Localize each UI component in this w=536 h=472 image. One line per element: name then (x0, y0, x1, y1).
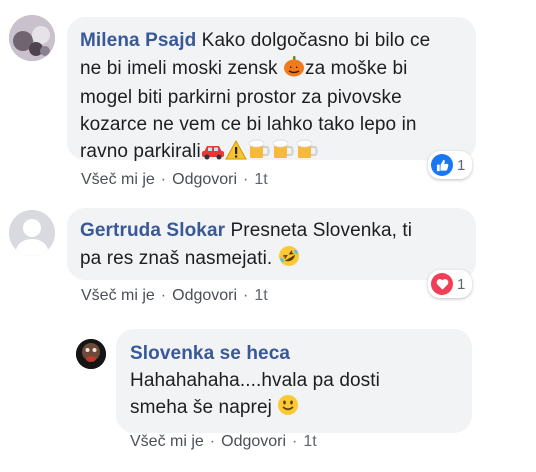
love-reaction-icon (431, 273, 453, 295)
comment-actions: Všeč mi je · Odgovori · 1t (81, 171, 268, 189)
comment-line: Milena Psajd Kako dolgočasno bi bilo ce (80, 28, 464, 55)
separator-dot: · (292, 433, 298, 450)
pumpkin-emoji (283, 55, 305, 86)
separator-dot: · (243, 171, 249, 188)
author-name[interactable]: Slovenka se heca (130, 343, 290, 364)
like-reaction-icon (431, 154, 453, 176)
separator-dot: · (160, 171, 167, 188)
timestamp[interactable]: 1t (303, 433, 316, 450)
beer-mug-emoji (247, 138, 271, 169)
comment-bubble: Slovenka se heca Hahahahaha....hvala pa … (116, 329, 472, 433)
like-link[interactable]: Všeč mi je (81, 287, 155, 304)
comment-line: smeha še naprej (130, 394, 460, 425)
like-link[interactable]: Všeč mi je (130, 433, 204, 450)
comment-text: kozarce ne vem ce bi lahko tako lepo in (80, 113, 417, 135)
comment-text: ne bi imeli moski zensk (80, 57, 284, 79)
reaction-count: 1 (457, 275, 466, 293)
timestamp[interactable]: 1t (254, 171, 267, 188)
comment-line: mogel biti parkirni prostor za pivovske (80, 85, 464, 112)
avatar[interactable] (9, 15, 55, 61)
reply-slovenka-se-heca: Slovenka se heca Hahahahaha....hvala pa … (0, 315, 536, 472)
separator-dot: · (160, 287, 167, 304)
avatar[interactable] (9, 210, 55, 256)
comment-actions: Všeč mi je · Odgovori · 1t (81, 287, 268, 305)
reply-link[interactable]: Odgovori (172, 287, 237, 304)
comment-gertruda-slokar: Gertruda Slokar Presneta Slovenka, ti pa… (0, 200, 536, 315)
comment-text: pa res znaš nasmejati. (80, 247, 278, 269)
timestamp[interactable]: 1t (254, 287, 267, 304)
comment-text: za moške bi (305, 57, 408, 79)
comment-line: ne bi imeli moski zensk za moške bi (80, 55, 464, 86)
comment-text: ravno parkirali (80, 141, 201, 162)
rofl-emoji (278, 245, 300, 276)
car-emoji (201, 140, 225, 169)
comment-text: Presneta Slovenka, ti (225, 220, 413, 241)
author-name[interactable]: Milena Psajd (80, 30, 196, 51)
comment-text: Hahahahaha....hvala pa dosti (130, 369, 380, 391)
comment-text: smeha še naprej (130, 397, 278, 418)
author-name[interactable]: Gertruda Slokar (80, 220, 225, 241)
comment-line: pa res znaš nasmejati. (80, 245, 464, 276)
comment-line: Slovenka se heca (130, 341, 460, 368)
comment-actions: Všeč mi je · Odgovori · 1t (130, 433, 317, 451)
default-user-icon (9, 210, 55, 256)
comment-line: kozarce ne vem ce bi lahko tako lepo in (80, 112, 464, 139)
separator-dot: · (209, 433, 216, 450)
reaction-count-badge[interactable]: 1 (428, 270, 473, 298)
comment-milena-psajd: Milena Psajd Kako dolgočasno bi bilo ce … (0, 0, 536, 200)
smile-emoji (277, 394, 299, 425)
reply-link[interactable]: Odgovori (221, 433, 286, 450)
beer-mug-emoji (271, 138, 295, 169)
comment-line: ravno parkirali (80, 138, 464, 169)
avatar[interactable] (76, 339, 106, 369)
warning-emoji (224, 139, 247, 169)
reply-link[interactable]: Odgovori (172, 171, 237, 188)
comment-text: mogel biti parkirni prostor za pivovske (80, 87, 402, 108)
beer-mug-emoji (295, 138, 319, 169)
comment-bubble: Gertruda Slokar Presneta Slovenka, ti pa… (67, 208, 476, 280)
comment-bubble: Milena Psajd Kako dolgočasno bi bilo ce … (67, 17, 476, 162)
separator-dot: · (243, 287, 249, 304)
comment-text: Kako dolgočasno bi bilo ce (196, 30, 431, 51)
comment-line: Hahahahaha....hvala pa dosti (130, 368, 460, 395)
like-link[interactable]: Všeč mi je (81, 171, 155, 188)
comment-line: Gertruda Slokar Presneta Slovenka, ti (80, 218, 464, 245)
reaction-count: 1 (457, 156, 466, 174)
reaction-count-badge[interactable]: 1 (428, 151, 473, 179)
